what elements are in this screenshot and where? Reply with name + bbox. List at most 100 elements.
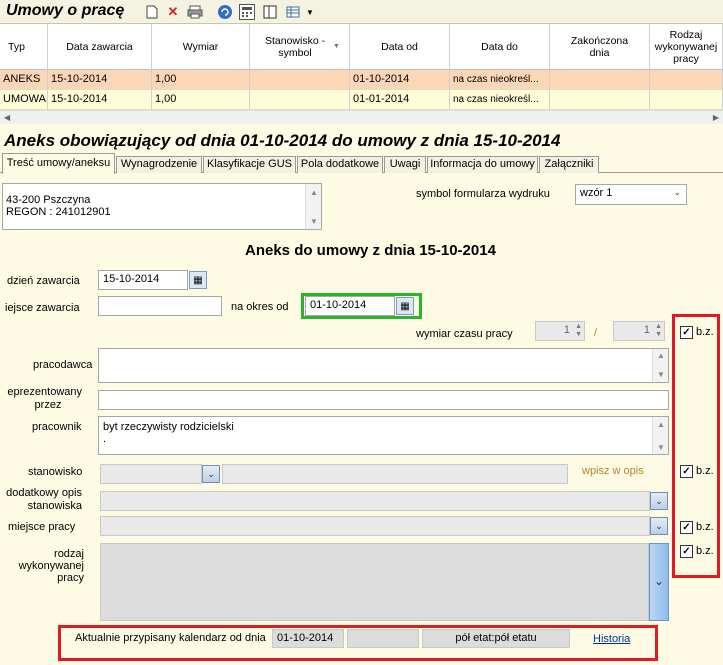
delete-icon[interactable]: ✕ xyxy=(165,4,181,20)
address-line-2: REGON : 241012901 xyxy=(6,206,111,218)
toolbar: Umowy o pracę ✕ ▼ xyxy=(0,0,723,24)
position-name-input[interactable] xyxy=(222,464,568,484)
scroll-up-icon[interactable]: ▲ xyxy=(657,351,665,360)
extra-desc-label-line1: dodatkowy opis xyxy=(6,487,82,499)
worktime-separator: / xyxy=(594,327,598,339)
extra-desc-select[interactable] xyxy=(100,491,650,511)
tab-uwagi[interactable]: Uwagi xyxy=(384,156,426,173)
stepper-icon[interactable]: ▲ ▼ xyxy=(655,323,662,339)
grid-view-icon[interactable] xyxy=(285,4,301,20)
place-input[interactable] xyxy=(98,296,222,316)
employee-value-line2: . xyxy=(103,433,107,445)
table-row[interactable]: UMOWA 15-10-2014 1,00 01-01-2014 na czas… xyxy=(0,90,723,110)
cell-typ: ANEKS xyxy=(0,70,48,90)
print-symbol-select[interactable]: wzór 1 ⌄ xyxy=(575,184,687,205)
worktime-denominator-value: 1 xyxy=(643,324,650,336)
position-symbol-select[interactable] xyxy=(100,464,202,484)
tab-tresc-umowy[interactable]: Treść umowy/aneksu xyxy=(2,153,115,174)
scroll-up-icon[interactable]: ▲ xyxy=(310,187,318,199)
print-symbol-value: wzór 1 xyxy=(580,187,613,199)
layout-icon[interactable] xyxy=(262,4,278,20)
scroll-up-icon[interactable]: ▲ xyxy=(657,419,665,431)
scroll-down-icon[interactable]: ▼ xyxy=(657,442,665,454)
worktype-input[interactable] xyxy=(100,543,649,621)
stepper-icon[interactable]: ▲ ▼ xyxy=(575,323,582,339)
grid-horizontal-scrollbar[interactable]: ◀ ▶ xyxy=(0,110,723,124)
employee-input[interactable]: byt rzeczywisty rodzicielski . ▲ ▼ xyxy=(98,416,669,455)
cell-data-do: na czas nieokreśl... xyxy=(450,70,550,90)
represented-label-line1: eprezentowany xyxy=(7,386,82,398)
workplace-label: miejsce pracy xyxy=(8,521,76,533)
cell-data-zawarcia: 15-10-2014 xyxy=(48,70,152,90)
calculator-icon[interactable] xyxy=(239,4,255,20)
column-header-data-zawarcia[interactable]: Data zawarcia xyxy=(48,24,152,70)
represented-input[interactable] xyxy=(98,390,669,410)
sort-arrow-icon: ▼ xyxy=(333,42,340,50)
tab-zalaczniki[interactable]: Załączniki xyxy=(539,156,599,173)
date-input[interactable]: 15-10-2014 xyxy=(98,270,188,290)
history-link[interactable]: Historia xyxy=(593,633,630,645)
worktime-label: wymiar czasu pracy xyxy=(416,328,513,340)
period-input[interactable]: 01-10-2014 xyxy=(305,296,395,316)
chevron-down-icon[interactable]: ⌄ xyxy=(650,517,668,535)
position-label: stanowisko xyxy=(28,466,83,478)
column-header-typ[interactable]: Typ xyxy=(0,24,48,70)
chevron-down-icon[interactable]: ⌄ xyxy=(202,465,220,483)
cell-zakonczona xyxy=(550,70,650,90)
scroll-down-icon[interactable]: ▼ xyxy=(657,370,665,379)
column-header-wymiar[interactable]: Wymiar xyxy=(152,24,250,70)
calendar-icon[interactable]: ▦ xyxy=(396,297,414,315)
worktype-label-line1: rodzaj xyxy=(54,548,84,560)
cell-data-do: na czas nieokreśl... xyxy=(450,90,550,110)
tab-klasyfikacje-gus[interactable]: Klasyfikacje GUS xyxy=(203,156,296,173)
calendar-icon[interactable]: ▦ xyxy=(189,271,207,289)
calendar-date-value: 01-10-2014 xyxy=(272,629,344,648)
employee-label: pracownik xyxy=(32,421,82,433)
worktype-dropdown-button[interactable]: ⌄ xyxy=(649,543,669,621)
employee-value-line1: byt rzeczywisty rodzicielski xyxy=(103,421,234,433)
calendar-label: Aktualnie przypisany kalendarz od dnia xyxy=(75,632,266,644)
worktime-numerator[interactable]: 1 ▲ ▼ xyxy=(535,321,585,341)
address-scrollbar[interactable]: ▲ ▼ xyxy=(305,184,321,229)
cell-stanowisko xyxy=(250,70,350,90)
employer-input[interactable]: ▲ ▼ xyxy=(98,348,669,383)
calendar-blank-value xyxy=(347,629,419,648)
scroll-left-icon[interactable]: ◀ xyxy=(4,113,10,122)
column-header-rodzaj[interactable]: Rodzaj wykonywanej pracy xyxy=(650,24,723,70)
tab-informacja[interactable]: Informacja do umowy xyxy=(427,156,538,173)
chevron-down-icon: ⌄ xyxy=(673,187,681,197)
column-header-data-od[interactable]: Data od xyxy=(350,24,450,70)
column-header-zakonczona[interactable]: Zakończona dnia xyxy=(550,24,650,70)
column-header-data-do[interactable]: Data do xyxy=(450,24,550,70)
cell-typ: UMOWA xyxy=(0,90,48,110)
print-icon[interactable] xyxy=(187,4,203,20)
document-title: Aneks do umowy z dnia 15-10-2014 xyxy=(245,242,496,259)
cell-wymiar: 1,00 xyxy=(152,70,250,90)
address-box[interactable]: 43-200 Pszczyna REGON : 241012901 ▲ ▼ xyxy=(2,183,322,230)
print-symbol-label: symbol formularza wydruku xyxy=(416,188,550,200)
worktime-denominator[interactable]: 1 ▲ ▼ xyxy=(613,321,665,341)
represented-label-line2: przez xyxy=(34,399,62,411)
workplace-select[interactable] xyxy=(100,516,650,536)
cell-zakonczona xyxy=(550,90,650,110)
scroll-right-icon[interactable]: ▶ xyxy=(713,113,719,122)
cell-data-zawarcia: 15-10-2014 xyxy=(48,90,152,110)
worktime-numerator-value: 1 xyxy=(563,324,570,336)
chevron-down-icon[interactable]: ⌄ xyxy=(650,492,668,510)
column-header-stanowisko[interactable]: Stanowisko - symbol ▼ xyxy=(250,24,350,70)
employer-scrollbar[interactable]: ▲ ▼ xyxy=(652,349,668,382)
employee-scrollbar[interactable]: ▲ ▼ xyxy=(652,417,668,454)
new-document-icon[interactable] xyxy=(144,4,160,20)
table-row[interactable]: ANEKS 15-10-2014 1,00 01-10-2014 na czas… xyxy=(0,70,723,90)
dropdown-arrow-icon[interactable]: ▼ xyxy=(302,4,318,20)
tab-pola-dodatkowe[interactable]: Pola dodatkowe xyxy=(297,156,383,173)
refresh-icon[interactable] xyxy=(217,4,233,20)
tab-bar: Treść umowy/aneksu Wynagrodzenie Klasyfi… xyxy=(0,153,723,174)
tab-wynagrodzenie[interactable]: Wynagrodzenie xyxy=(116,156,202,173)
cell-data-od: 01-01-2014 xyxy=(350,90,450,110)
highlight-bz-box xyxy=(672,314,720,578)
scroll-down-icon[interactable]: ▼ xyxy=(310,216,318,228)
page-heading: Aneks obowiązujący od dnia 01-10-2014 do… xyxy=(4,131,561,150)
date-label: dzień zawarcia xyxy=(7,275,80,287)
extra-desc-label: dodatkowy opis stanowiska xyxy=(2,487,82,513)
